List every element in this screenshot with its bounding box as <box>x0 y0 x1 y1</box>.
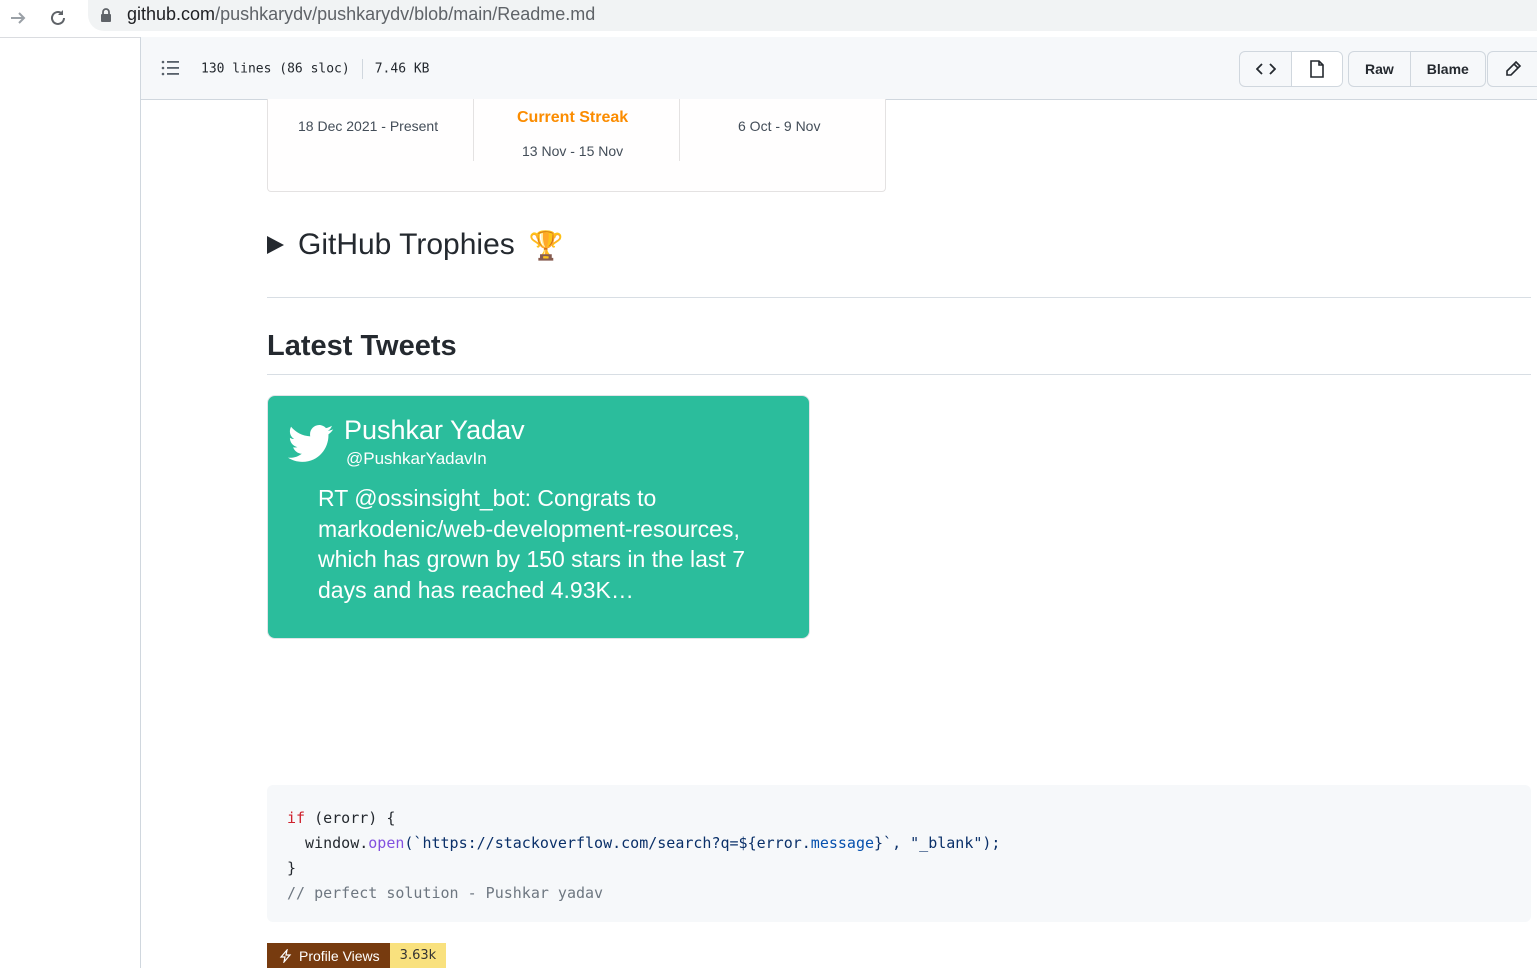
tweet-author-name: Pushkar Yadav <box>344 415 525 445</box>
lock-icon <box>100 7 112 28</box>
pencil-icon <box>1506 60 1522 76</box>
outline-list-icon[interactable] <box>161 59 181 82</box>
lightning-icon <box>279 948 292 963</box>
trophies-summary-text: GitHub Trophies <box>298 228 515 261</box>
code-view-button[interactable] <box>1240 52 1292 86</box>
longest-streak-range: 6 Oct - 9 Nov <box>738 118 821 134</box>
code-line-1: (erorr) { <box>305 809 396 827</box>
code-comment: // perfect solution - Pushkar yadav <box>287 884 604 902</box>
streak-divider-left <box>473 99 474 161</box>
code-line-3: } <box>287 859 297 877</box>
badge-value: 3.63k <box>389 943 447 968</box>
code-content: if (erorr) { window.open(`https://stacko… <box>287 806 1000 906</box>
streak-stats-card: 18 Dec 2021 - Present Current Streak 13 … <box>267 99 886 192</box>
blame-label: Blame <box>1426 61 1469 77</box>
code-function: open <box>368 834 405 852</box>
section-divider <box>267 297 1531 298</box>
code-object: window. <box>287 834 369 852</box>
tweet-author-handle: @PushkarYadavIn <box>346 449 487 468</box>
tweet-card[interactable]: Pushkar Yadav @PushkarYadavIn RT @ossins… <box>267 395 810 639</box>
latest-tweets-heading: Latest Tweets <box>267 330 457 362</box>
tweet-text: RT @ossinsight_bot: Congrats to markoden… <box>318 485 746 603</box>
raw-blame-group: Raw Blame <box>1348 51 1486 87</box>
raw-button[interactable]: Raw <box>1349 52 1411 86</box>
twitter-bird-icon <box>288 425 334 462</box>
current-streak-range: 13 Nov - 15 Nov <box>522 143 624 159</box>
raw-label: Raw <box>1365 61 1394 77</box>
code-template-start: (`https://stackoverflow.com/search?q=${e… <box>404 834 811 852</box>
file-icon <box>1310 60 1324 78</box>
line-count: 130 lines (86 sloc) <box>201 61 350 77</box>
code-property: message <box>810 834 875 852</box>
reload-button[interactable] <box>44 4 72 32</box>
url-text[interactable]: github.com/pushkarydv/pushkarydv/blob/ma… <box>127 4 595 25</box>
profile-views-badge: Profile Views 3.63k <box>267 943 447 968</box>
preview-view-button[interactable] <box>1292 52 1342 86</box>
disclosure-triangle-icon <box>267 236 284 254</box>
badge-label-text: Profile Views <box>299 947 380 964</box>
file-size: 7.46 KB <box>374 61 430 77</box>
blame-button[interactable]: Blame <box>1411 52 1485 86</box>
trophies-summary[interactable]: GitHub Trophies 🏆 <box>267 228 564 262</box>
trophy-icon: 🏆 <box>528 229 564 261</box>
total-contributions-range: 18 Dec 2021 - Present <box>298 118 439 134</box>
reload-icon <box>51 10 65 25</box>
arrow-right-icon <box>11 12 26 24</box>
badge-label: Profile Views <box>267 943 390 968</box>
code-template-end: }`, "_blank"); <box>874 834 1001 852</box>
view-toggle <box>1239 51 1343 87</box>
file-meta: 130 lines (86 sloc) 7.46 KB <box>201 59 430 79</box>
page-divider <box>140 37 141 968</box>
file-header: 130 lines (86 sloc) 7.46 KB Raw Blame <box>141 37 1537 100</box>
current-streak-label: Current Streak <box>517 109 629 126</box>
meta-divider <box>361 59 363 79</box>
heading-underline <box>267 374 1531 375</box>
edit-button[interactable] <box>1487 51 1537 87</box>
url-host: github.com <box>127 4 216 24</box>
url-path: /pushkarydv/pushkarydv/blob/main/Readme.… <box>215 4 596 24</box>
edit-button-inner[interactable] <box>1488 52 1537 86</box>
streak-divider-right <box>679 99 680 161</box>
forward-button[interactable] <box>4 4 32 32</box>
code-keyword: if <box>287 809 306 827</box>
code-icon <box>1255 63 1276 75</box>
browser-toolbar: github.com/pushkarydv/pushkarydv/blob/ma… <box>0 0 1537 38</box>
code-block: if (erorr) { window.open(`https://stacko… <box>267 785 1531 922</box>
